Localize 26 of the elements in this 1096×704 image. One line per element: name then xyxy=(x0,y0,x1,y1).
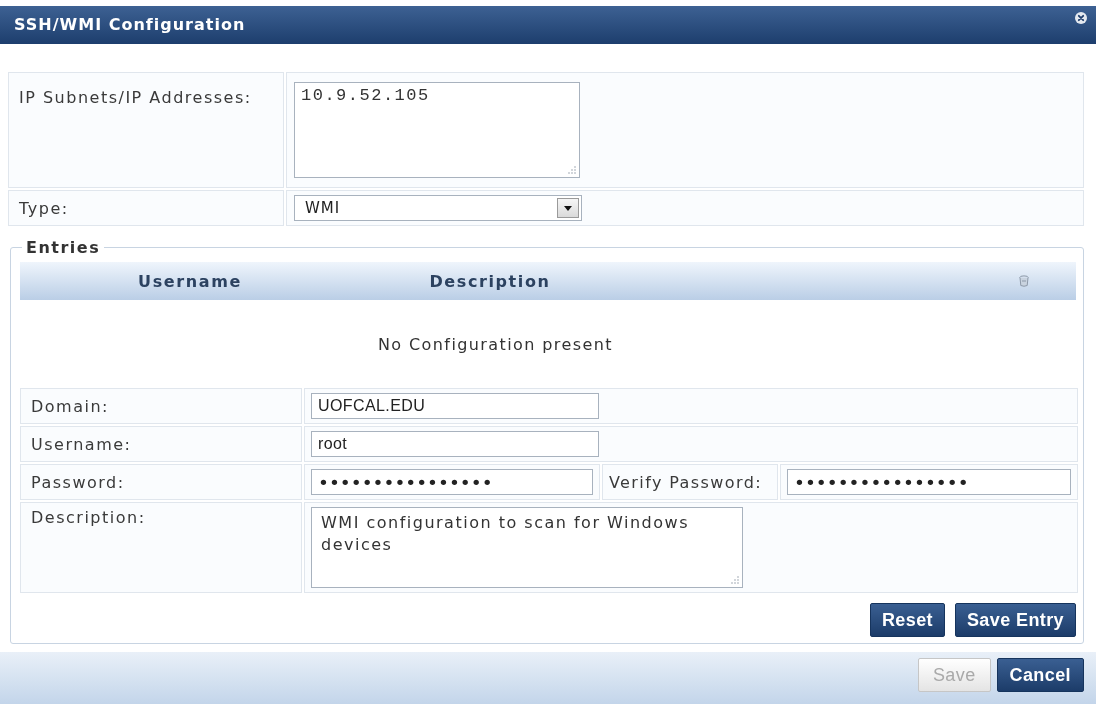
action-button[interactable]: Save Entry xyxy=(954,603,1076,637)
field-label: Username: xyxy=(20,426,302,462)
password-field[interactable]: •••••••••••••••• xyxy=(311,469,593,495)
field-label: Description: xyxy=(20,502,302,593)
column-header: Description xyxy=(428,271,552,291)
resize-grip-icon[interactable] xyxy=(568,166,576,174)
field-label: IP Subnets/IP Addresses: xyxy=(8,72,284,188)
dropdown-field[interactable]: WMI xyxy=(294,195,582,221)
text-area-field[interactable]: WMI configuration to scan for Windows devices xyxy=(311,507,743,588)
text-area-field[interactable]: 10.9.52.105 xyxy=(294,82,580,178)
field-label: Password: xyxy=(20,464,302,500)
text-field[interactable]: UOFCAL.EDU xyxy=(311,393,599,419)
close-icon[interactable] xyxy=(1075,12,1087,24)
dialog-title: SSH/WMI Configuration xyxy=(14,14,246,36)
action-button[interactable]: Reset xyxy=(869,603,945,637)
trash-can-icon[interactable] xyxy=(1019,275,1029,287)
text-field[interactable]: root xyxy=(311,431,599,457)
resize-grip-icon[interactable] xyxy=(731,576,739,584)
verify-password-field[interactable]: •••••••••••••••• xyxy=(787,469,1071,495)
section-legend: Entries xyxy=(22,238,105,257)
field-label: Verify Password: xyxy=(602,464,778,500)
field-label: Domain: xyxy=(20,388,302,424)
column-header: Username xyxy=(137,271,243,291)
empty-message: No Configuration present xyxy=(378,334,613,354)
field-label: Type: xyxy=(8,190,284,226)
dialog-button[interactable]: Cancel xyxy=(996,658,1084,692)
